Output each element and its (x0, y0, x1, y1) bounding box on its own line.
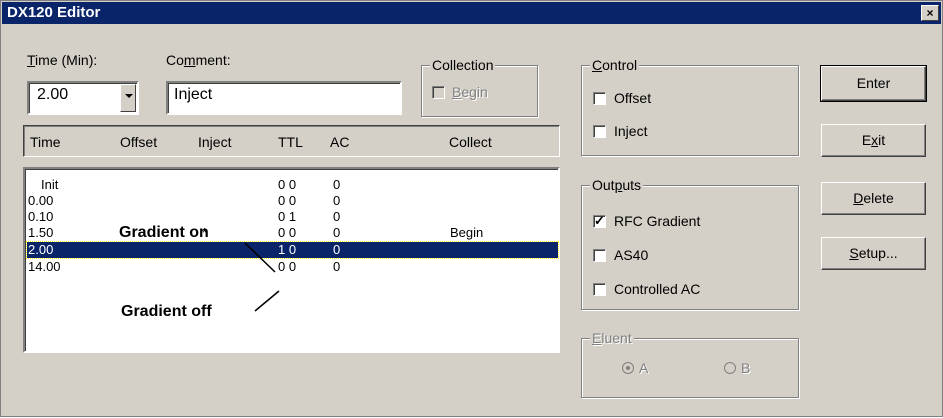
delete-button[interactable]: Delete (821, 182, 926, 215)
rfc-gradient-label: RFC Gradient (614, 213, 701, 229)
eluent-a-label: A (639, 360, 649, 376)
controlled-ac-label: Controlled AC (614, 281, 701, 297)
control-group: Control Offset Inject (581, 57, 799, 156)
enter-button[interactable]: Enter (820, 65, 927, 102)
eluent-b-radio[interactable] (724, 362, 736, 374)
control-title: Control (590, 57, 640, 73)
outputs-group: Outputs RFC Gradient AS40 Controlled AC (581, 177, 799, 310)
outputs-title: Outputs (590, 177, 644, 193)
inject-checkbox[interactable] (593, 125, 606, 138)
rfc-gradient-checkbox[interactable] (593, 213, 606, 229)
as40-label: AS40 (614, 247, 649, 263)
offset-label: Offset (614, 90, 652, 106)
offset-checkbox[interactable] (593, 92, 606, 105)
setup-button[interactable]: Setup... (821, 237, 926, 270)
gradient-on-arrow (244, 242, 276, 273)
as40-checkbox[interactable] (593, 249, 606, 262)
dx120-editor-window: DX120 Editor × Time (Min): 2.00 Comment:… (0, 0, 943, 417)
eluent-a-radio[interactable] (622, 362, 634, 374)
eluent-group: Eluent A B (581, 330, 799, 398)
controlled-ac-checkbox[interactable] (593, 283, 606, 296)
inject-label: Inject (614, 123, 648, 139)
eluent-b-label: B (741, 360, 751, 376)
annotation-arrows (244, 242, 280, 312)
gradient-off-arrow (254, 290, 280, 312)
exit-button[interactable]: Exit (821, 124, 926, 157)
eluent-title: Eluent (590, 330, 634, 346)
